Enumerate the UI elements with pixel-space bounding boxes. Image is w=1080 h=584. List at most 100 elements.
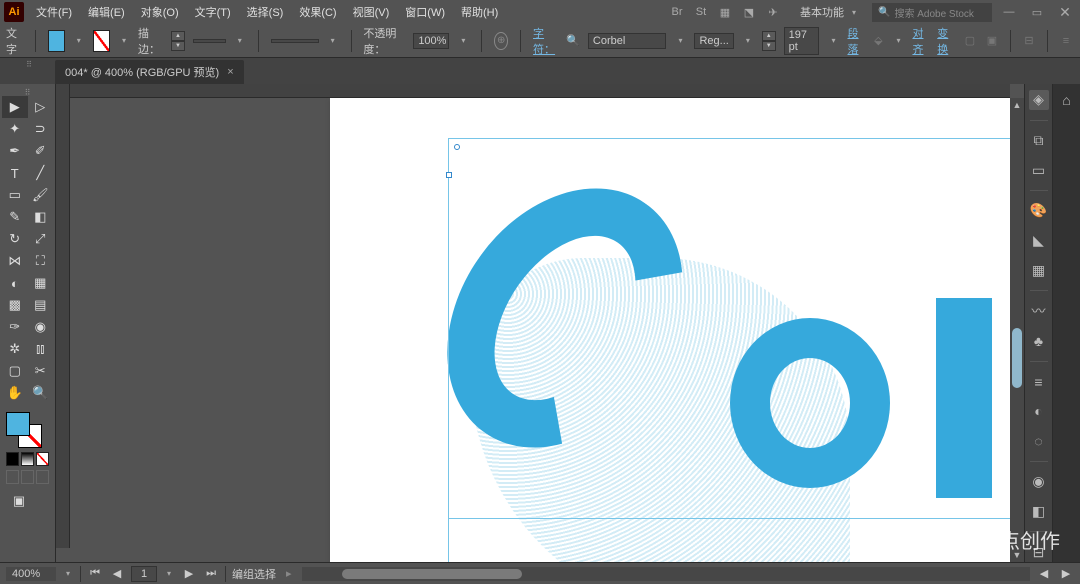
chevron-down-icon[interactable]: ▾ [118,36,130,45]
scrollbar-vertical[interactable]: ▲ ▼ [1010,98,1024,562]
color-panel-icon[interactable]: 🎨 [1029,201,1049,221]
column-graph-tool[interactable]: ⫾⫾ [28,338,54,360]
arrange-docs-icon[interactable]: ▦ [716,4,734,20]
scrollbar-thumb[interactable] [1012,328,1022,388]
font-family-field[interactable]: Corbel [588,33,667,49]
artboard-tool[interactable]: ▢ [2,360,28,382]
chevron-down-icon[interactable]: ▾ [163,569,175,578]
font-style-field[interactable]: Reg... [694,33,733,49]
slice-tool[interactable]: ✂ [28,360,54,382]
artwork-letter-fragment[interactable] [936,298,992,498]
gradient-mode-swatch[interactable] [21,452,34,466]
canvas-viewport[interactable] [70,98,1010,562]
stroke-weight-field[interactable] [193,39,226,43]
shape-builder-tool[interactable]: ◐ [2,272,28,294]
brushes-panel-icon[interactable]: 〰 [1029,301,1049,321]
scrollbar-horizontal[interactable] [302,567,1030,581]
guide-vertical[interactable] [448,138,449,562]
paragraph-panel-link[interactable]: 段落 [848,25,865,57]
font-size-spinner[interactable]: ▲▼ [762,31,776,51]
transform-panel-link[interactable]: 变换 [937,25,954,57]
rotate-tool[interactable]: ↻ [2,228,28,250]
recolor-icon[interactable]: ⊕ [494,32,508,50]
swatches-panel-icon[interactable]: ▦ [1029,260,1049,280]
character-panel-link[interactable]: 字符： [533,25,558,57]
libraries-panel-icon[interactable]: ⧉ [1029,131,1049,151]
isolate-group-icon[interactable]: ▢ [962,33,978,49]
scale-tool[interactable]: ⤢ [28,228,54,250]
panel-grip-icon[interactable]: ⠿ [2,88,53,96]
anchor-point[interactable] [454,144,460,150]
menu-effect[interactable]: 效果(C) [295,2,340,22]
fill-stroke-indicator[interactable] [2,410,53,450]
ruler-vertical[interactable] [56,84,70,548]
color-mode-swatch[interactable] [6,452,19,466]
search-stock-input[interactable]: 🔍 搜索 Adobe Stock [872,3,992,22]
bridge-icon[interactable]: Br [668,4,686,20]
menu-object[interactable]: 对象(O) [137,2,183,22]
perspective-grid-tool[interactable]: ▦ [28,272,54,294]
artwork-letter-o[interactable] [730,318,890,488]
menu-type[interactable]: 文字(T) [191,2,235,22]
symbols-panel-icon[interactable]: ♣ [1029,331,1049,351]
send-icon[interactable]: ✈ [764,4,782,20]
stock-icon[interactable]: St [692,4,710,20]
symbol-sprayer-tool[interactable]: ✲ [2,338,28,360]
edit-contents-icon[interactable]: ▣ [984,33,1000,49]
stroke-swatch[interactable] [93,30,110,52]
chevron-down-icon[interactable]: ▾ [73,36,85,45]
draw-behind-icon[interactable] [21,470,34,484]
anchor-point[interactable] [446,172,452,178]
zoom-level-field[interactable]: 400% [6,567,56,581]
chevron-down-icon[interactable]: ▾ [234,36,246,45]
shaper-tool[interactable]: ✎ [2,206,28,228]
stroke-weight-spinner[interactable]: ▲▼ [171,31,185,51]
variable-width-profile[interactable] [271,39,319,43]
eraser-tool[interactable]: ◧ [28,206,54,228]
line-tool[interactable]: ╱ [28,162,54,184]
blend-tool[interactable]: ◉ [28,316,54,338]
font-size-field[interactable]: 197 pt [784,27,820,55]
draw-normal-icon[interactable] [6,470,19,484]
gradient-tool[interactable]: ▤ [28,294,54,316]
guide-horizontal[interactable] [448,138,1010,139]
artboards-panel-icon[interactable]: ▭ [1029,160,1049,180]
draw-inside-icon[interactable] [36,470,49,484]
fill-color-box[interactable] [6,412,30,436]
magic-wand-tool[interactable]: ✦ [2,118,28,140]
panel-menu-icon[interactable]: ≡ [1058,33,1074,49]
curvature-tool[interactable]: ✐ [28,140,54,162]
chevron-down-icon[interactable]: ▾ [674,36,686,45]
artwork-text[interactable] [460,178,670,458]
zoom-tool[interactable]: 🔍 [28,382,54,404]
menu-window[interactable]: 窗口(W) [401,2,449,22]
none-mode-swatch[interactable] [36,452,49,466]
maximize-button[interactable]: ▭ [1026,4,1048,20]
chevron-down-icon[interactable]: ▾ [742,36,754,45]
align-to-icon[interactable]: ⊟ [1021,33,1037,49]
next-artboard-button[interactable]: ▶ [181,566,197,582]
type-tool[interactable]: T [2,162,28,184]
workspace-switcher[interactable]: 基本功能 ▾ [794,2,866,22]
direct-selection-tool[interactable]: ▷ [28,96,54,118]
scroll-left-icon[interactable]: ◀ [1036,566,1052,582]
transparency-panel-icon[interactable]: ◌ [1029,431,1049,451]
stroke-panel-icon[interactable]: ≡ [1029,372,1049,392]
menu-select[interactable]: 选择(S) [243,2,288,22]
create-envelope-icon[interactable]: ⬙ [872,33,884,49]
scroll-up-icon[interactable]: ▲ [1010,98,1024,112]
layers-panel-icon[interactable]: ◈ [1029,90,1049,110]
prev-artboard-button[interactable]: ◀ [109,566,125,582]
ruler-horizontal[interactable] [70,84,1010,98]
lasso-tool[interactable]: ⊃ [28,118,54,140]
close-tab-icon[interactable]: × [227,66,233,78]
menu-edit[interactable]: 编辑(E) [84,2,129,22]
paintbrush-tool[interactable]: 🖌 [28,184,54,206]
appearance-panel-icon[interactable]: ◉ [1029,472,1049,492]
first-artboard-button[interactable]: ⏮ [87,566,103,582]
graphic-styles-panel-icon[interactable]: ◧ [1029,502,1049,522]
hand-tool[interactable]: ✋ [2,382,28,404]
menu-file[interactable]: 文件(F) [32,2,76,22]
opacity-field[interactable]: 100% [413,33,449,49]
minimize-button[interactable]: — [998,4,1020,20]
